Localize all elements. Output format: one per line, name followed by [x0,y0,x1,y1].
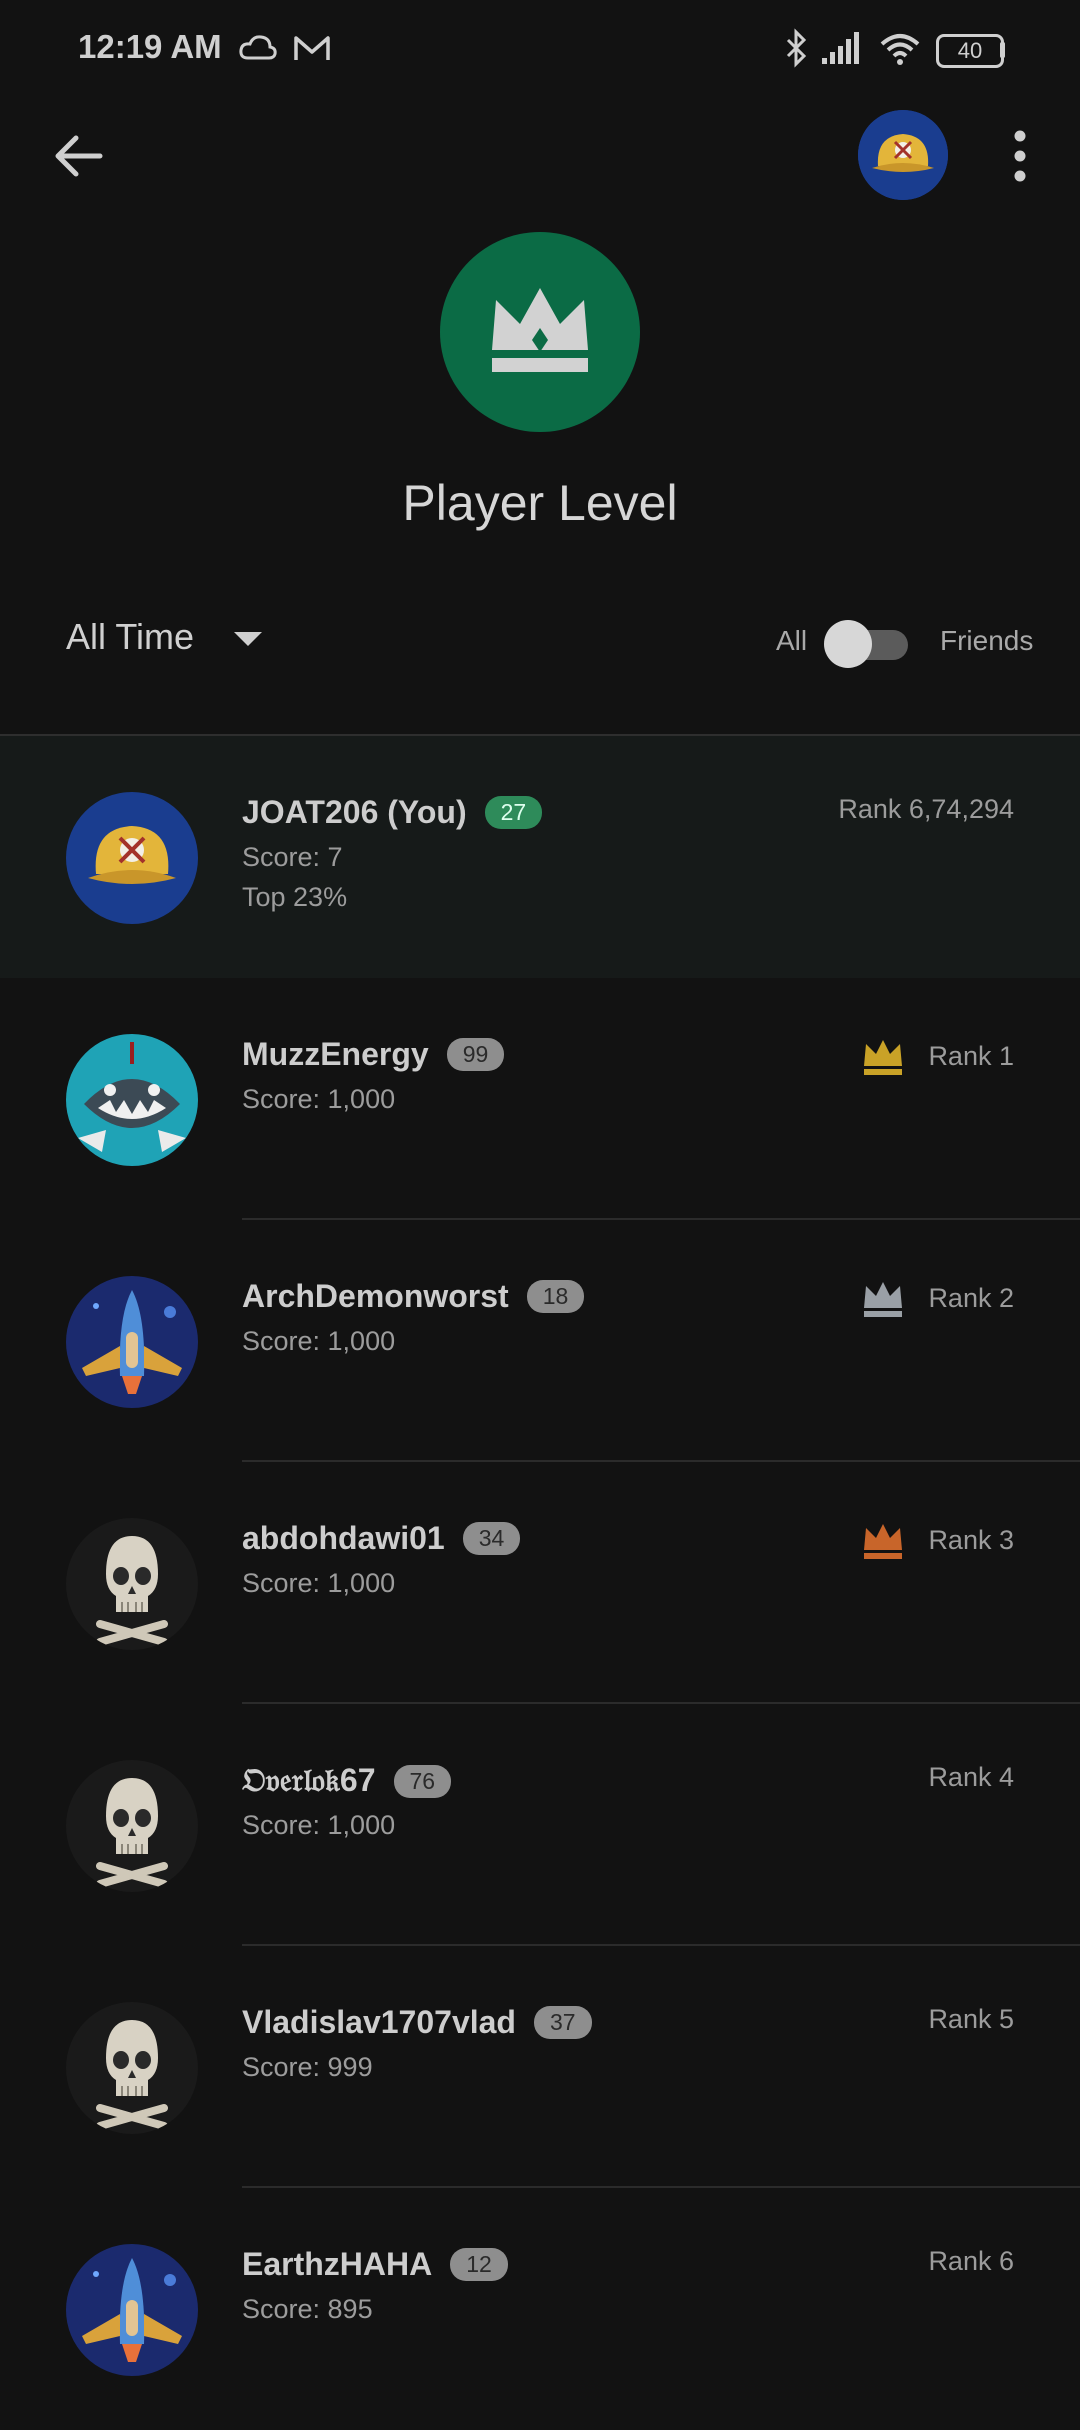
player-name: abdohdawi01 [242,1520,445,1556]
rank-label: Rank 1 [928,1040,1014,1071]
leaderboard-row-self[interactable]: JOAT206 (You) 27 Score: 7 Top 23% Rank 6… [0,736,1080,978]
spaceship-avatar-icon [66,1276,198,1408]
toggle-knob [824,620,872,668]
player-avatar [66,2244,198,2376]
player-name: EarthzHAHA [242,2246,433,2282]
player-avatar [66,1760,198,1892]
silver-crown-icon [864,1282,903,1317]
player-score: Score: 1,000 [242,1084,396,1114]
level-badge: 99 [446,1038,505,1071]
level-badge: 76 [393,1764,452,1798]
player-score: Score: 999 [242,2052,373,2082]
baseball-cap-icon [858,110,948,200]
level-badge: 18 [526,1280,585,1313]
gmail-icon [294,36,330,60]
time-range-dropdown[interactable]: All Time [66,616,263,658]
player-rank: Rank 2 [860,1278,1014,1318]
player-score: Score: 1,000 [242,1810,396,1840]
dropdown-arrow-icon [234,632,263,646]
player-name-row: MuzzEnergy 99 [242,1036,505,1073]
baseball-cap-avatar-icon [66,792,198,924]
player-rank: Rank 3 [860,1520,1014,1560]
player-avatar [66,792,198,924]
rank-label: Rank 3 [928,1524,1014,1555]
level-badge: 34 [462,1522,521,1555]
leaderboard-crown-badge [440,232,640,432]
rank-label: Rank 2 [928,1282,1014,1313]
level-badge: 12 [450,2248,508,2281]
player-name-row: abdohdawi01 34 [242,1520,521,1557]
player-name: MuzzEnergy [242,1036,429,1072]
bluetooth-icon [786,28,807,68]
level-badge: 27 [484,796,543,829]
rank-label: Rank 6 [928,2246,1014,2276]
player-avatar [66,1276,198,1408]
all-friends-toggle[interactable] [824,620,908,668]
player-rank: Rank 6,74,294 [838,794,1014,825]
page-title: Player Level [402,475,678,531]
player-score: Score: 1,000 [242,1326,396,1356]
toggle-label-all: All [776,625,808,656]
leaderboard-row[interactable]: abdohdawi01 34 Score: 1,000 Rank 3 [0,1462,1080,1704]
player-name: ArchDemonworst [242,1278,509,1314]
player-name-row: Vladislav1707vlad 37 [242,2004,592,2041]
rank-label: Rank 5 [928,2004,1014,2034]
player-score: Score: 895 [242,2294,373,2324]
wifi-icon [880,34,920,65]
player-score: Score: 7 [242,842,343,872]
battery-tip [1000,42,1005,58]
player-name-row: ArchDemonworst 18 [242,1278,585,1315]
player-avatar [66,2002,198,2134]
player-score: Score: 1,000 [242,1568,396,1598]
player-percentile: Top 23% [242,882,348,912]
profile-avatar[interactable] [858,110,948,200]
skull-avatar-icon [66,2002,198,2134]
leaderboard-row[interactable]: Vladislav1707vlad 37 Score: 999 Rank 5 [0,1946,1080,2188]
player-avatar [66,1034,198,1166]
status-time: 12:19 AM [78,28,222,65]
player-name: 𝔒𝔳𝔢𝔯𝔩𝔬𝔨67 [242,1762,376,1798]
spaceship-avatar-icon [66,2244,198,2376]
gold-crown-icon [864,1040,903,1075]
player-rank: Rank 4 [928,1762,1014,1793]
player-name-row: JOAT206 (You) 27 [242,794,543,831]
skull-avatar-icon [66,1760,198,1892]
bronze-crown-icon [864,1524,903,1559]
player-name-row: EarthzHAHA 12 [242,2246,508,2283]
crown-icon [492,288,588,372]
player-rank: Rank 1 [860,1036,1014,1076]
player-rank: Rank 6 [928,2246,1014,2277]
leaderboard-row[interactable]: ArchDemonworst 18 Score: 1,000 Rank 2 [0,1220,1080,1462]
player-name: JOAT206 (You) [242,794,467,830]
player-name: Vladislav1707vlad [242,2004,516,2040]
player-rank: Rank 5 [928,2004,1014,2035]
shark-avatar-icon [66,1034,198,1166]
leaderboard-row[interactable]: MuzzEnergy 99 Score: 1,000 Rank 1 [0,978,1080,1220]
player-name-row: 𝔒𝔳𝔢𝔯𝔩𝔬𝔨67 76 [242,1762,452,1800]
back-arrow-icon[interactable] [48,126,108,186]
battery-level: 40 [957,38,983,63]
battery-icon: 40 [936,34,1004,68]
player-avatar [66,1518,198,1650]
skull-avatar-icon [66,1518,198,1650]
rank-label: Rank 4 [928,1762,1014,1792]
toggle-label-friends: Friends [940,625,1034,656]
time-range-label: All Time [66,616,195,657]
signal-icon [822,32,859,64]
leaderboard-row[interactable]: EarthzHAHA 12 Score: 895 Rank 6 [0,2188,1080,2430]
leaderboard-row[interactable]: 𝔒𝔳𝔢𝔯𝔩𝔬𝔨67 76 Score: 1,000 Rank 4 [0,1704,1080,1946]
more-vert-icon[interactable] [1000,126,1040,186]
level-badge: 37 [533,2006,592,2039]
rank-label: Rank 6,74,294 [838,794,1014,824]
cloud-icon [239,35,277,60]
